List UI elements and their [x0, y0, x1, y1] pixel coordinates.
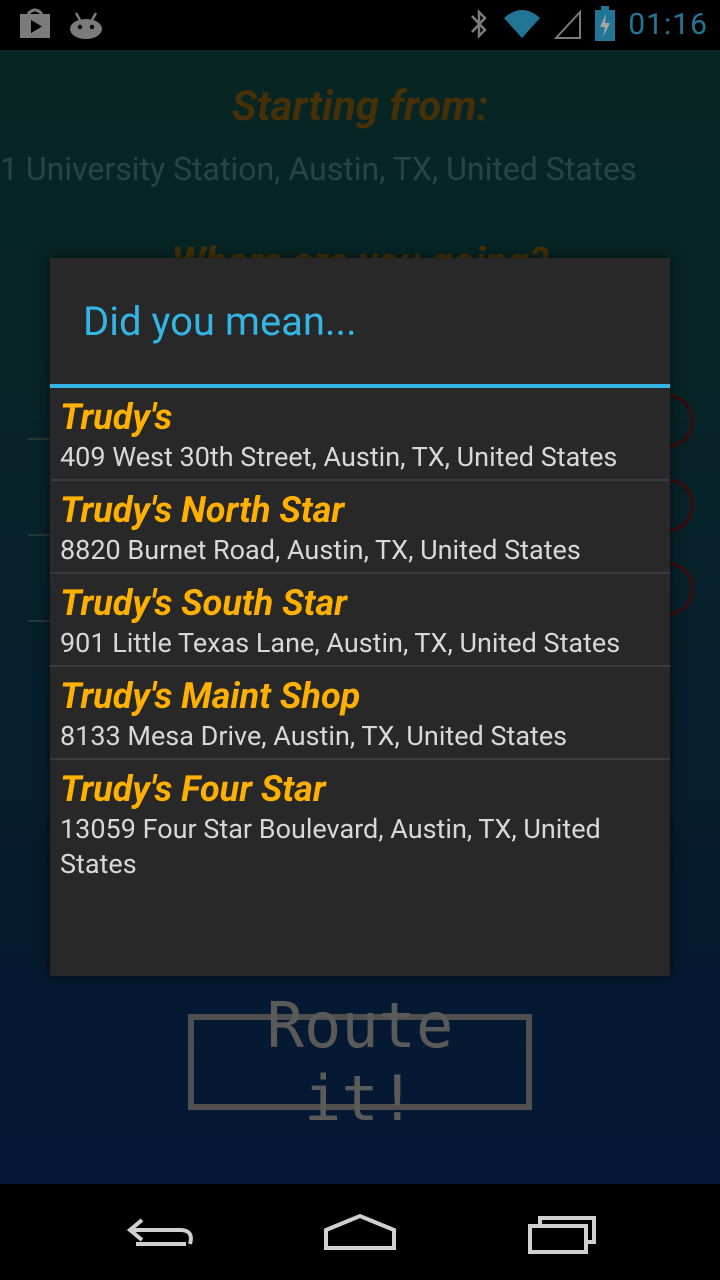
- suggestion-item[interactable]: Trudy's South Star 901 Little Texas Lane…: [50, 574, 670, 667]
- suggestion-name: Trudy's: [60, 396, 173, 438]
- dialog-title: Did you mean...: [83, 297, 357, 345]
- did-you-mean-dialog: Did you mean... Trudy's 409 West 30th St…: [50, 258, 670, 976]
- suggestion-address: 409 West 30th Street, Austin, TX, United…: [60, 441, 618, 473]
- suggestion-name: Trudy's Four Star: [60, 768, 326, 810]
- recent-apps-icon[interactable]: [522, 1208, 602, 1258]
- suggestion-address: 8133 Mesa Drive, Austin, TX, United Stat…: [60, 720, 568, 752]
- suggestion-name: Trudy's North Star: [60, 489, 345, 531]
- suggestion-item[interactable]: Trudy's Four Star 13059 Four Star Boulev…: [50, 760, 670, 886]
- suggestion-list: Trudy's 409 West 30th Street, Austin, TX…: [50, 388, 670, 886]
- suggestion-name: Trudy's Maint Shop: [60, 675, 361, 717]
- navigation-bar: [0, 1184, 720, 1280]
- suggestion-address: 8820 Burnet Road, Austin, TX, United Sta…: [60, 534, 581, 566]
- suggestion-item[interactable]: Trudy's Maint Shop 8133 Mesa Drive, Aust…: [50, 667, 670, 760]
- suggestion-name: Trudy's South Star: [60, 582, 347, 624]
- back-icon[interactable]: [120, 1208, 200, 1258]
- suggestion-item[interactable]: Trudy's 409 West 30th Street, Austin, TX…: [50, 388, 670, 481]
- suggestion-address: 901 Little Texas Lane, Austin, TX, Unite…: [60, 627, 621, 659]
- suggestion-address: 13059 Four Star Boulevard, Austin, TX, U…: [60, 813, 601, 880]
- suggestion-item[interactable]: Trudy's North Star 8820 Burnet Road, Aus…: [50, 481, 670, 574]
- home-icon[interactable]: [320, 1208, 400, 1258]
